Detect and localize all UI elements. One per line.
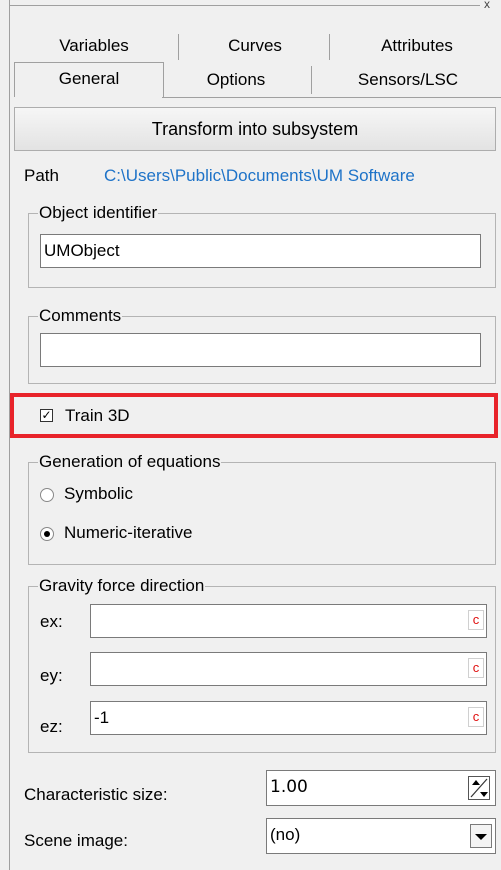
path-label: Path — [24, 166, 59, 185]
tab-separator — [311, 66, 312, 94]
title-strip — [0, 0, 501, 14]
scene-image-select[interactable]: (no) — [266, 818, 496, 854]
train3d-checkbox[interactable]: ✓ — [40, 409, 53, 422]
symbolic-radio[interactable] — [40, 488, 54, 502]
numeric-iterative-label: Numeric-iterative — [64, 523, 193, 542]
tab-curves[interactable]: Curves — [182, 32, 328, 60]
tab-options[interactable]: Options — [166, 66, 306, 94]
ey-label: ey: — [40, 666, 63, 685]
path-value: C:\Users\Public\Documents\UM Software — [104, 166, 415, 185]
tab-general[interactable]: General — [14, 62, 164, 97]
scene-image-label: Scene image: — [24, 831, 128, 850]
transform-into-subsystem-button[interactable]: Transform into subsystem — [14, 107, 496, 151]
equations-legend: Generation of equations — [38, 452, 222, 472]
ey-input[interactable] — [90, 652, 487, 686]
updown-arrow-icon — [470, 778, 488, 798]
train3d-label: Train 3D — [65, 406, 130, 425]
ex-input[interactable] — [90, 604, 487, 638]
tab-separator — [178, 34, 179, 60]
dropdown-button[interactable] — [470, 824, 492, 848]
spin-arrows-icon[interactable] — [468, 776, 490, 800]
tab-variables[interactable]: Variables — [14, 32, 174, 60]
tab-page-border — [162, 97, 501, 98]
ex-label: ex: — [40, 612, 63, 631]
ex-c-button[interactable]: c — [468, 610, 484, 630]
gravity-legend: Gravity force direction — [38, 576, 206, 596]
ey-c-button[interactable]: c — [468, 658, 484, 678]
tab-separator — [329, 34, 330, 60]
equations-group — [28, 462, 496, 565]
characteristic-size-label: Characteristic size: — [24, 785, 168, 804]
radio-selected-dot — [44, 531, 50, 537]
tab-attributes[interactable]: Attributes — [333, 32, 501, 60]
close-icon[interactable]: x — [484, 0, 490, 11]
ez-label: ez: — [40, 717, 63, 736]
ez-input[interactable]: -1 — [90, 701, 487, 735]
symbolic-label: Symbolic — [64, 484, 133, 503]
comments-input[interactable] — [40, 333, 481, 367]
object-identifier-legend: Object identifier — [38, 203, 159, 223]
tab-sensors-lsc[interactable]: Sensors/LSC — [315, 66, 501, 94]
numeric-iterative-radio[interactable] — [40, 527, 54, 541]
ez-c-button[interactable]: c — [468, 707, 484, 727]
comments-legend: Comments — [38, 306, 123, 326]
chevron-down-icon — [475, 834, 487, 840]
object-identifier-input[interactable]: UMObject — [40, 234, 481, 268]
title-divider — [10, 5, 480, 6]
characteristic-size-input[interactable]: 1.00 — [266, 770, 496, 806]
